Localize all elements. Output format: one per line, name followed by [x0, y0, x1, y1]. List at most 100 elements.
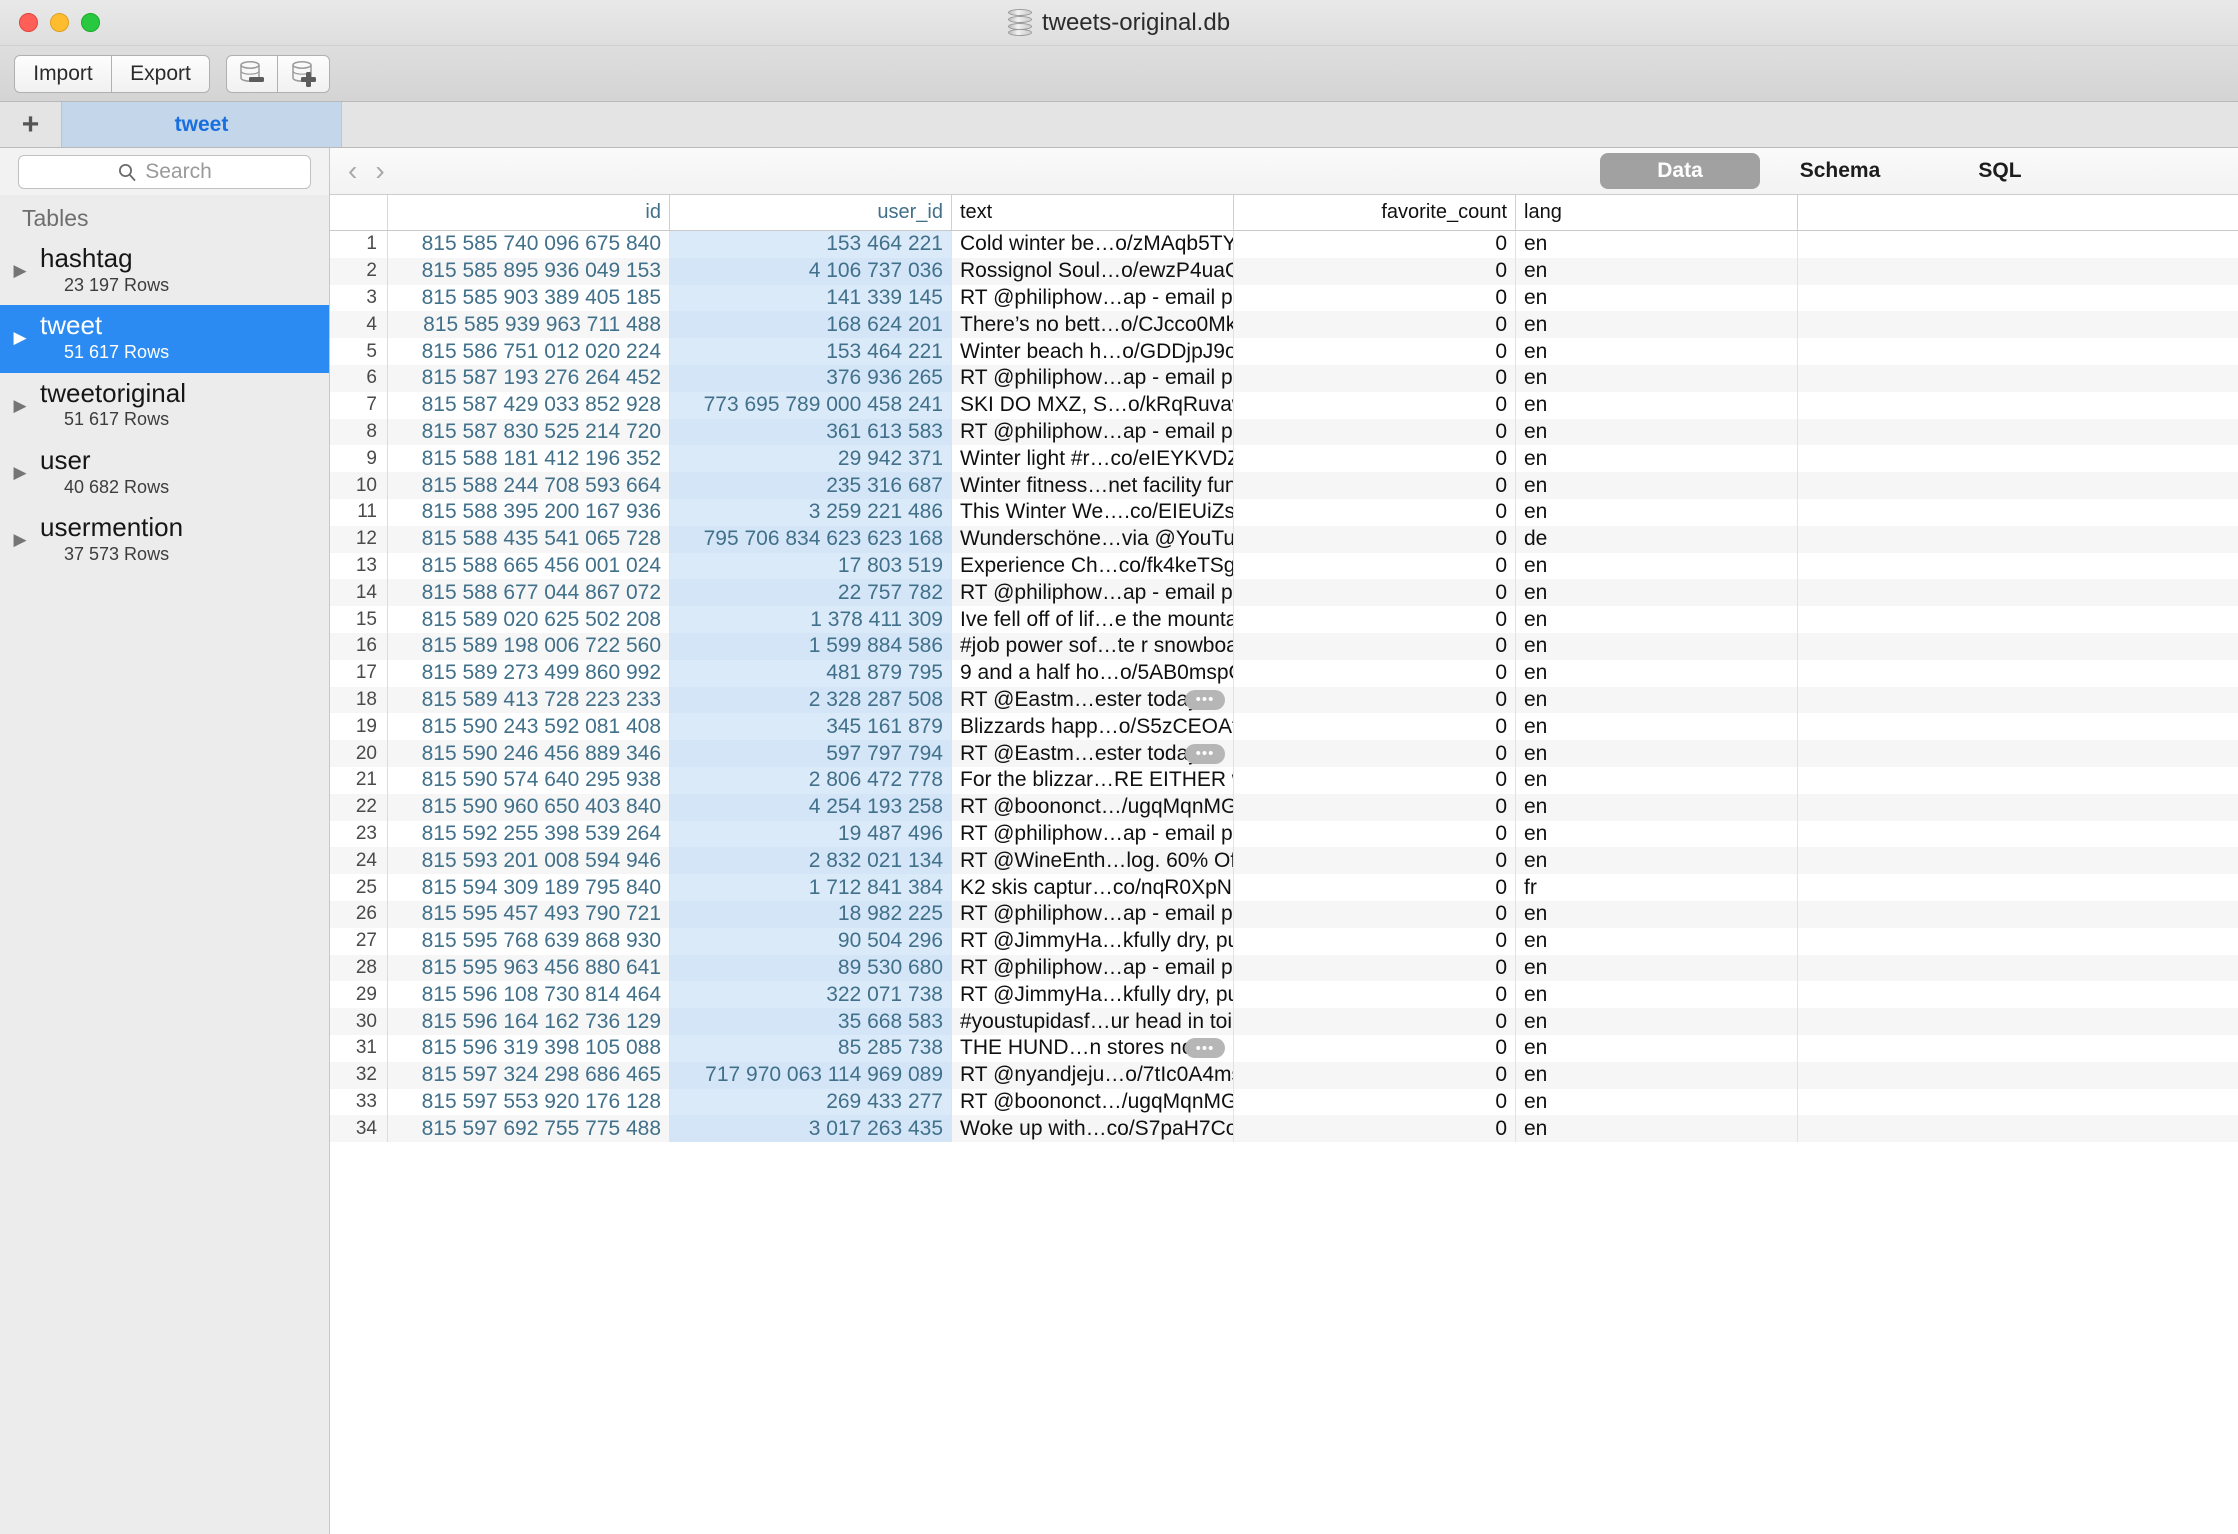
cell-lang[interactable]: en [1516, 981, 1798, 1009]
cell-text[interactable]: Winter light #r…co/eIEYKVDZuX [952, 445, 1234, 473]
cell-id[interactable]: 815 590 574 640 295 938 [388, 766, 670, 794]
cell-user-id[interactable]: 89 530 680 [670, 954, 952, 982]
cell-lang[interactable]: en [1516, 1034, 1798, 1062]
table-row[interactable]: 25 815 594 309 189 795 840 1 712 841 384 K2… [330, 874, 2238, 901]
tab-sql[interactable]: SQL [1920, 153, 2080, 189]
cell-text[interactable]: Rossignol Soul…o/ewzP4uaQFg [952, 257, 1234, 285]
tab-schema[interactable]: Schema [1760, 153, 1920, 189]
tab-data[interactable]: Data [1600, 153, 1760, 189]
table-row[interactable]: 21 815 590 574 640 295 938 2 806 472 778 Fo… [330, 766, 2238, 794]
cell-user-id[interactable]: 376 936 265 [670, 364, 952, 392]
cell-lang[interactable]: en [1516, 498, 1798, 526]
window-controls[interactable] [0, 13, 100, 32]
cell-lang[interactable]: en [1516, 338, 1798, 365]
table-row[interactable]: 26 815 595 457 493 790 721 18 982 225 RT @p… [330, 900, 2238, 928]
cell-text[interactable]: Woke up with…co/S7paH7CoPd [952, 1115, 1234, 1143]
column-header-lang[interactable]: lang [1516, 195, 1798, 230]
cell-user-id[interactable]: 90 504 296 [670, 927, 952, 955]
cell-id[interactable]: 815 597 553 920 176 128 [388, 1088, 670, 1116]
cell-text[interactable]: RT @JimmyHa…kfully dry, pur… [952, 927, 1234, 955]
cell-id[interactable]: 815 588 677 044 867 072 [388, 579, 670, 607]
cell-id[interactable]: 815 596 164 162 736 129 [388, 1008, 670, 1035]
cell-text[interactable]: THE HUND…n stores now! ••• [952, 1034, 1234, 1062]
cell-id[interactable]: 815 589 413 728 223 233 [388, 686, 670, 714]
sidebar-item-hashtag[interactable]: ▶ hashtag 23 197 Rows [0, 238, 329, 305]
column-header-favorite-count[interactable]: favorite_count [1234, 195, 1516, 230]
cell-id[interactable]: 815 597 324 298 686 465 [388, 1061, 670, 1089]
cell-lang[interactable]: en [1516, 766, 1798, 794]
cell-user-id[interactable]: 1 599 884 586 [670, 632, 952, 660]
cell-id[interactable]: 815 585 939 963 711 488 [388, 311, 670, 339]
table-row[interactable]: 28 815 595 963 456 880 641 89 530 680 RT @p… [330, 954, 2238, 982]
cell-id[interactable]: 815 595 457 493 790 721 [388, 900, 670, 928]
cell-text[interactable]: K2 skis captur…co/nqR0XpNldh [952, 874, 1234, 901]
cell-favorite-count[interactable]: 0 [1234, 552, 1516, 580]
sidebar-item-tweet[interactable]: ▶ tweet 51 617 Rows [0, 305, 329, 373]
cell-id[interactable]: 815 596 108 730 814 464 [388, 981, 670, 1009]
cell-user-id[interactable]: 597 797 794 [670, 740, 952, 767]
cell-lang[interactable]: en [1516, 391, 1798, 419]
triangle-right-icon[interactable]: ▶ [0, 262, 40, 279]
cell-lang[interactable]: en [1516, 847, 1798, 875]
sidebar-item-user[interactable]: ▶ user 40 682 Rows [0, 440, 329, 507]
cell-id[interactable]: 815 592 255 398 539 264 [388, 820, 670, 848]
table-row[interactable]: 11 815 588 395 200 167 936 3 259 221 486 Th… [330, 498, 2238, 526]
cell-favorite-count[interactable]: 0 [1234, 900, 1516, 928]
expand-cell-button[interactable]: ••• [1185, 1038, 1225, 1059]
cell-favorite-count[interactable]: 0 [1234, 606, 1516, 633]
cell-id[interactable]: 815 588 435 541 065 728 [388, 525, 670, 553]
cell-lang[interactable]: fr [1516, 874, 1798, 901]
cell-id[interactable]: 815 589 273 499 860 992 [388, 659, 670, 687]
cell-favorite-count[interactable]: 0 [1234, 927, 1516, 955]
cell-user-id[interactable]: 481 879 795 [670, 659, 952, 687]
cell-favorite-count[interactable]: 0 [1234, 954, 1516, 982]
cell-text[interactable]: #job power sof…te r snowboard [952, 632, 1234, 660]
cell-user-id[interactable]: 35 668 583 [670, 1008, 952, 1035]
sidebar-item-tweetoriginal[interactable]: ▶ tweetoriginal 51 617 Rows [0, 373, 329, 440]
cell-user-id[interactable]: 773 695 789 000 458 241 [670, 391, 952, 419]
cell-user-id[interactable]: 4 106 737 036 [670, 257, 952, 285]
cell-user-id[interactable]: 2 328 287 508 [670, 686, 952, 714]
table-row[interactable]: 34 815 597 692 755 775 488 3 017 263 435 Wo… [330, 1115, 2238, 1143]
maximize-button[interactable] [81, 13, 100, 32]
cell-user-id[interactable]: 18 982 225 [670, 900, 952, 928]
cell-user-id[interactable]: 2 832 021 134 [670, 847, 952, 875]
cell-user-id[interactable]: 269 433 277 [670, 1088, 952, 1116]
cell-lang[interactable]: en [1516, 900, 1798, 928]
cell-id[interactable]: 815 590 960 650 403 840 [388, 793, 670, 821]
table-row[interactable]: 17 815 589 273 499 860 992 481 879 795 9 an… [330, 659, 2238, 687]
cell-favorite-count[interactable]: 0 [1234, 364, 1516, 392]
table-row[interactable]: 20 815 590 246 456 889 346 597 797 794 RT @… [330, 740, 2238, 767]
cell-lang[interactable]: en [1516, 257, 1798, 285]
chevron-right-icon[interactable]: › [375, 157, 384, 185]
cell-lang[interactable]: de [1516, 525, 1798, 553]
cell-user-id[interactable]: 153 464 221 [670, 338, 952, 365]
cell-lang[interactable]: en [1516, 713, 1798, 741]
triangle-right-icon[interactable]: ▶ [0, 397, 40, 414]
cell-favorite-count[interactable]: 0 [1234, 1115, 1516, 1143]
cell-text[interactable]: RT @boononct…/ugqMqnMGFX [952, 1088, 1234, 1116]
tab-tweet[interactable]: tweet [62, 102, 342, 147]
cell-lang[interactable]: en [1516, 632, 1798, 660]
table-row[interactable]: 2 815 585 895 936 049 153 4 106 737 036 Ros… [330, 257, 2238, 285]
cell-id[interactable]: 815 595 963 456 880 641 [388, 954, 670, 982]
cell-id[interactable]: 815 590 243 592 081 408 [388, 713, 670, 741]
cell-user-id[interactable]: 235 316 687 [670, 472, 952, 499]
cell-id[interactable]: 815 596 319 398 105 088 [388, 1034, 670, 1062]
cell-favorite-count[interactable]: 0 [1234, 1008, 1516, 1035]
cell-text[interactable]: #youstupidasf…ur head in toilet [952, 1008, 1234, 1035]
cell-id[interactable]: 815 589 198 006 722 560 [388, 632, 670, 660]
cell-id[interactable]: 815 586 751 012 020 224 [388, 338, 670, 365]
table-row[interactable]: 9 815 588 181 412 196 352 29 942 371 Winter… [330, 445, 2238, 473]
add-database-button[interactable] [278, 54, 330, 93]
cell-text[interactable]: Cold winter be…o/zMAqb5TYIW [952, 231, 1234, 258]
cell-lang[interactable]: en [1516, 686, 1798, 714]
cell-text[interactable]: RT @philiphow…ap - email phi… [952, 579, 1234, 607]
cell-favorite-count[interactable]: 0 [1234, 498, 1516, 526]
cell-favorite-count[interactable]: 0 [1234, 847, 1516, 875]
cell-id[interactable]: 815 597 692 755 775 488 [388, 1115, 670, 1143]
column-header-id[interactable]: id [388, 195, 670, 230]
cell-favorite-count[interactable]: 0 [1234, 472, 1516, 499]
expand-cell-button[interactable]: ••• [1185, 743, 1225, 764]
cell-favorite-count[interactable]: 0 [1234, 740, 1516, 767]
